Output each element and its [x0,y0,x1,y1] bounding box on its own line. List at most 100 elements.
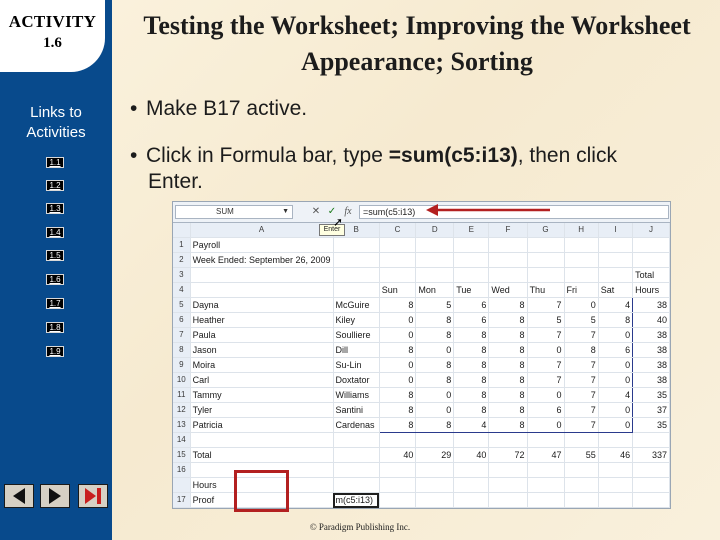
cell[interactable]: Fri [564,282,599,298]
cell[interactable]: Sat [598,282,634,298]
cell[interactable]: 0 [378,312,417,328]
cell[interactable]: 0 [527,387,565,403]
cell[interactable]: 8 [415,372,455,388]
cell[interactable] [564,267,599,283]
cell[interactable]: 8 [453,372,490,388]
cell[interactable]: 8 [453,387,490,403]
cell[interactable]: 7 [564,417,599,433]
cell[interactable]: 46 [598,447,634,463]
cell[interactable]: 35 [632,387,670,403]
cell[interactable] [379,462,417,478]
cell[interactable]: 6 [527,402,565,418]
cell[interactable]: 40 [379,447,417,463]
cell[interactable]: 0 [378,372,417,388]
cell[interactable]: Williams [333,387,380,403]
cell[interactable] [488,477,528,493]
cell[interactable]: Doxtator [333,372,380,388]
column-header-g[interactable]: G [527,223,565,238]
activity-link-1-9[interactable]: 1.9 [46,346,64,357]
row-header[interactable]: 17 [173,492,191,508]
cell[interactable] [379,477,417,493]
cell[interactable]: 337 [632,447,670,463]
cell[interactable]: 8 [453,342,490,358]
cell[interactable]: 4 [598,297,634,313]
cell[interactable]: 0 [527,342,565,358]
cell[interactable] [564,432,599,448]
cell[interactable] [190,432,334,448]
cell[interactable]: 5 [527,312,565,328]
row-header[interactable]: 8 [173,342,191,358]
cell[interactable]: Jason [190,342,334,358]
cell[interactable] [415,432,455,448]
cell[interactable] [598,237,634,253]
cell[interactable]: 0 [415,342,455,358]
cell[interactable]: Tue [453,282,490,298]
end-show-button[interactable] [78,484,108,508]
column-header-e[interactable]: E [453,223,490,238]
cell[interactable] [488,462,528,478]
cell[interactable]: 38 [632,297,670,313]
cell[interactable]: 8 [415,312,455,328]
row-header[interactable]: 2 [173,252,191,268]
cell[interactable]: 29 [415,447,455,463]
cell[interactable]: Paula [190,327,334,343]
cell[interactable] [379,252,417,268]
cell[interactable]: 0 [378,357,417,373]
activity-link-1-2[interactable]: 1.2 [46,180,64,191]
cell[interactable] [333,462,380,478]
row-header[interactable]: 14 [173,432,191,448]
next-slide-button[interactable] [40,484,70,508]
cell[interactable] [632,237,670,253]
activity-link-1-4[interactable]: 1.4 [46,227,64,238]
cell[interactable] [598,252,634,268]
cell[interactable]: 40 [632,312,670,328]
cell[interactable]: 8 [488,312,528,328]
cell[interactable]: 7 [527,372,565,388]
row-header[interactable]: 16 [173,462,191,478]
cell[interactable]: 8 [488,297,528,313]
cell[interactable]: 7 [527,327,565,343]
cell[interactable]: 6 [453,297,490,313]
cell[interactable] [333,237,380,253]
cell[interactable]: 5 [415,297,455,313]
cell[interactable] [333,477,380,493]
cell[interactable] [564,492,599,508]
cell[interactable] [379,267,417,283]
cell[interactable]: 6 [453,312,490,328]
cell[interactable]: 8 [453,357,490,373]
row-header[interactable]: 13 [173,417,191,433]
cell[interactable] [415,462,455,478]
row-header[interactable]: 4 [173,282,191,298]
cell[interactable] [415,237,455,253]
cell[interactable]: 0 [564,297,599,313]
cell[interactable]: m(c5:i13) [333,492,380,508]
cell[interactable]: 7 [564,357,599,373]
cell[interactable]: 8 [415,417,455,433]
cell[interactable]: 8 [378,402,417,418]
cell[interactable]: Heather [190,312,334,328]
cell[interactable]: 8 [415,327,455,343]
cell[interactable] [598,462,634,478]
cell[interactable]: 8 [378,297,417,313]
cell[interactable] [527,477,565,493]
column-header-i[interactable]: I [598,223,634,238]
cell[interactable]: 72 [488,447,528,463]
cell[interactable]: Total [190,447,334,463]
cell[interactable]: 38 [632,357,670,373]
cell[interactable] [632,252,670,268]
cell[interactable]: Cardenas [333,417,380,433]
cell[interactable]: 38 [632,327,670,343]
cell[interactable] [632,492,670,508]
activity-link-1-8[interactable]: 1.8 [46,322,64,333]
cell[interactable]: 8 [378,387,417,403]
cell[interactable]: 7 [564,372,599,388]
cell[interactable]: Su-Lin [333,357,380,373]
cell[interactable]: 8 [378,417,417,433]
cell[interactable]: Wed [488,282,528,298]
cell[interactable]: 7 [564,387,599,403]
cell[interactable]: 8 [378,342,417,358]
cell[interactable]: 38 [632,372,670,388]
cell[interactable]: 8 [488,342,528,358]
cell[interactable] [488,237,528,253]
cell[interactable]: 0 [598,372,634,388]
